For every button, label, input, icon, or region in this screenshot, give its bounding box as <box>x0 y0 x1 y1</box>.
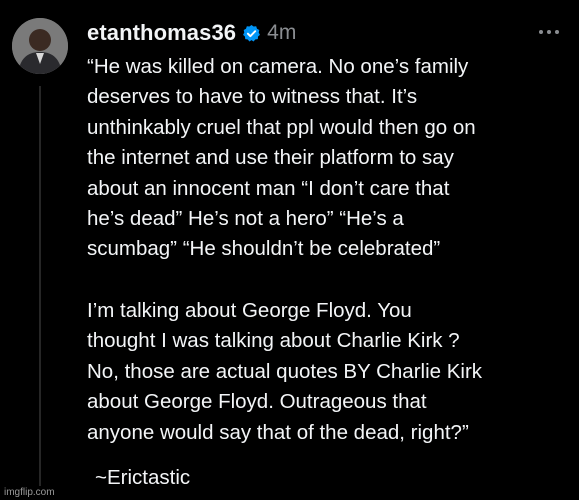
post-text-paragraph-2: I’m talking about George Floyd. You thou… <box>87 296 567 448</box>
text-line: “He was killed on camera. No one’s famil… <box>87 55 469 78</box>
timestamp: 4m <box>267 21 297 44</box>
verified-badge-icon <box>242 24 261 43</box>
text-line: No, those are actual quotes BY Charlie K… <box>87 359 483 383</box>
thread-post: etanthomas36 4m “He was killed on camera… <box>0 0 579 500</box>
dot <box>555 30 559 34</box>
text-line: he’s dead” He’s not a hero” “He’s a <box>87 207 404 231</box>
text-line: the internet and use their platform to s… <box>87 146 454 170</box>
post-text-paragraph-1: “He was killed on camera. No one’s famil… <box>87 52 567 265</box>
thread-line <box>39 86 41 486</box>
avatar-photo <box>12 18 68 74</box>
post-header: etanthomas36 4m <box>87 16 296 50</box>
dot <box>547 30 551 34</box>
text-line: unthinkably cruel that ppl would then go… <box>87 115 476 139</box>
watermark: imgflip.com <box>4 487 55 498</box>
text-line: about an innocent man “I don’t care that <box>87 176 450 200</box>
avatar[interactable] <box>12 18 68 74</box>
text-line: about George Floyd. Outrageous that <box>87 390 427 414</box>
dot <box>539 30 543 34</box>
text-line: I’m talking about George Floyd. You <box>87 299 412 322</box>
text-line: deserves to have to witness that. It’s <box>87 85 418 109</box>
text-line: anyone would say that of the dead, right… <box>87 420 469 444</box>
more-options-icon[interactable] <box>539 22 559 42</box>
text-line: scumbag” “He shouldn’t be celebrated” <box>87 237 441 261</box>
text-line: thought I was talking about Charlie Kirk… <box>87 329 460 353</box>
signature: ~Erictastic <box>95 466 191 489</box>
username[interactable]: etanthomas36 <box>87 20 236 46</box>
